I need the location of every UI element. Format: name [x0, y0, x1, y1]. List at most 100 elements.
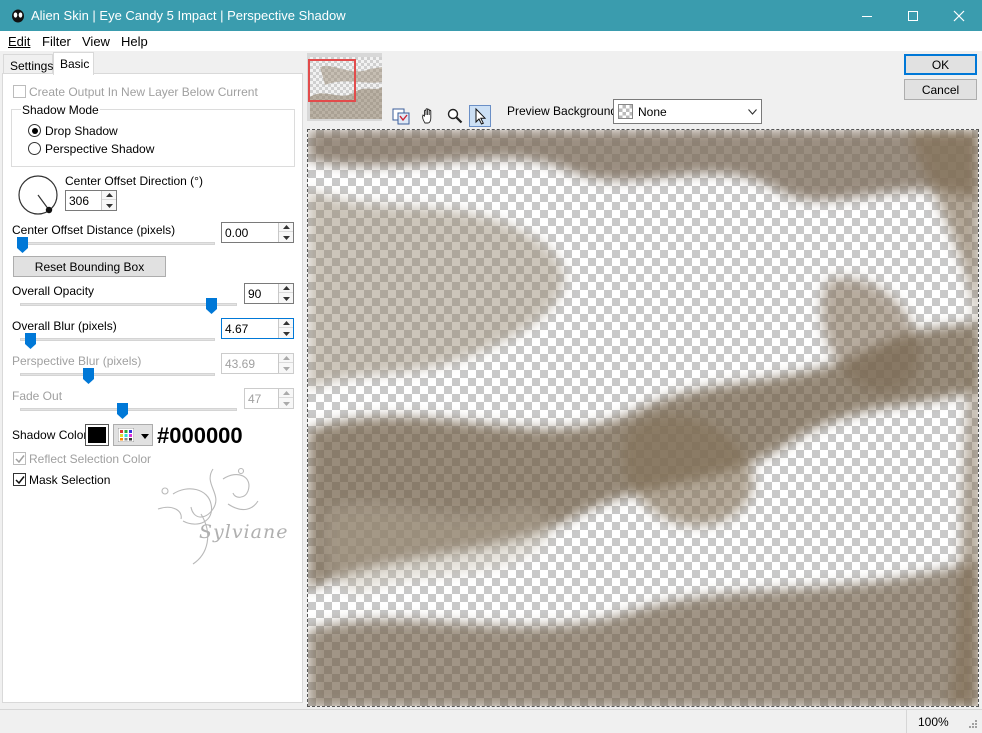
spin-down-icon[interactable] — [279, 233, 293, 242]
fade-out-field[interactable] — [245, 389, 278, 408]
reflect-selection-color-checkbox[interactable] — [13, 452, 26, 465]
tab-basic[interactable]: Basic — [53, 52, 94, 75]
spin-down-icon[interactable] — [102, 201, 116, 210]
reset-bounding-box-button[interactable]: Reset Bounding Box — [13, 256, 166, 277]
spin-down-icon[interactable] — [279, 294, 293, 303]
arrow-pointer-icon — [475, 107, 487, 125]
spin-up-icon[interactable] — [279, 354, 293, 363]
alien-skin-app-icon — [12, 9, 24, 23]
shadow-mode-label: Shadow Mode — [21, 103, 100, 117]
zoom-tool-button[interactable] — [444, 105, 466, 127]
create-output-label: Create Output In New Layer Below Current — [29, 85, 258, 99]
center-offset-direction-label: Center Offset Direction (°) — [65, 174, 203, 188]
spin-down-icon[interactable] — [279, 364, 293, 373]
sylviane-watermark: Sylviane — [153, 459, 298, 574]
direction-spinner[interactable] — [101, 191, 116, 210]
opacity-spinner[interactable] — [278, 284, 293, 303]
perspective-blur-track[interactable] — [20, 373, 215, 376]
perspective-shadow-label: Perspective Shadow — [45, 142, 155, 156]
overall-blur-input[interactable] — [221, 318, 294, 339]
distance-spinner[interactable] — [278, 223, 293, 242]
center-offset-distance-track[interactable] — [20, 242, 215, 245]
maximize-button[interactable] — [890, 0, 936, 31]
status-bar: 100% — [0, 709, 982, 733]
perspective-blur-spinner[interactable] — [278, 354, 293, 373]
window-title: Alien Skin | Eye Candy 5 Impact | Perspe… — [31, 8, 346, 23]
shadow-color-swatch[interactable] — [85, 424, 109, 446]
center-offset-distance-field[interactable] — [222, 223, 278, 242]
close-button[interactable] — [936, 0, 982, 31]
watermark-signature: Sylviane — [199, 521, 289, 543]
preview-canvas[interactable] — [307, 129, 979, 707]
drop-shadow-radio[interactable] — [28, 124, 41, 137]
maximize-icon — [908, 10, 918, 21]
preview-background-value: None — [638, 105, 667, 119]
perspective-blur-input[interactable] — [221, 353, 294, 374]
overall-opacity-thumb[interactable] — [206, 298, 217, 314]
overall-blur-thumb[interactable] — [25, 333, 36, 349]
mask-selection-label: Mask Selection — [29, 473, 111, 487]
overall-blur-label: Overall Blur (pixels) — [12, 319, 117, 333]
overall-opacity-track[interactable] — [20, 303, 237, 306]
preview-toggle-icon — [392, 108, 410, 125]
menu-edit[interactable]: Edit — [8, 34, 30, 49]
hand-icon — [422, 108, 432, 124]
drop-shadow-label: Drop Shadow — [45, 124, 118, 138]
fade-out-track[interactable] — [20, 408, 237, 411]
menu-view[interactable]: View — [82, 34, 110, 49]
center-offset-direction-field[interactable] — [66, 191, 100, 210]
blur-spinner[interactable] — [278, 319, 293, 338]
preview-background-label: Preview Background: — [507, 104, 621, 118]
shadow-color-hex: #000000 — [157, 423, 243, 448]
fade-out-input[interactable] — [244, 388, 294, 409]
transparency-swatch-icon — [618, 104, 633, 119]
checkmark-icon — [15, 476, 25, 485]
minimize-icon — [862, 15, 872, 17]
checkmark-icon — [15, 455, 25, 464]
overall-blur-track[interactable] — [20, 338, 215, 341]
color-palette-icon — [118, 428, 134, 442]
hand-tool-button[interactable] — [418, 105, 440, 127]
fade-out-spinner[interactable] — [278, 389, 293, 408]
ok-button[interactable]: OK — [904, 54, 977, 75]
basic-settings-panel: Create Output In New Layer Below Current… — [2, 73, 303, 703]
menu-help[interactable]: Help — [121, 34, 148, 49]
preview-background-select[interactable]: None — [613, 99, 762, 124]
pointer-tool-button[interactable] — [469, 105, 491, 127]
preview-toggle-button[interactable] — [390, 105, 412, 127]
perspective-shadow-radio[interactable] — [28, 142, 41, 155]
preview-navigator[interactable] — [307, 53, 382, 121]
color-picker-button[interactable] — [113, 424, 153, 446]
overall-blur-field[interactable] — [222, 319, 278, 338]
center-offset-direction-input[interactable] — [65, 190, 117, 211]
spin-up-icon[interactable] — [279, 319, 293, 328]
spin-up-icon[interactable] — [279, 284, 293, 293]
spin-up-icon[interactable] — [102, 191, 116, 200]
resize-grip-icon[interactable] — [966, 719, 978, 731]
perspective-blur-thumb[interactable] — [83, 368, 94, 384]
zoom-level: 100% — [918, 715, 949, 729]
navigator-viewport-frame[interactable] — [308, 59, 356, 102]
spin-up-icon[interactable] — [279, 389, 293, 398]
title-bar: Alien Skin | Eye Candy 5 Impact | Perspe… — [0, 0, 982, 31]
reflect-selection-color-label: Reflect Selection Color — [29, 452, 152, 466]
tab-settings[interactable]: Settings — [3, 54, 53, 75]
spin-up-icon[interactable] — [279, 223, 293, 232]
status-divider — [906, 710, 907, 733]
perspective-blur-field[interactable] — [222, 354, 278, 373]
menu-filter[interactable]: Filter — [42, 34, 71, 49]
create-output-checkbox[interactable] — [13, 85, 26, 98]
overall-opacity-field[interactable] — [245, 284, 278, 303]
overall-opacity-input[interactable] — [244, 283, 294, 304]
center-offset-distance-thumb[interactable] — [17, 237, 28, 253]
minimize-button[interactable] — [844, 0, 890, 31]
fade-out-label: Fade Out — [12, 389, 63, 403]
shadow-mode-group — [11, 109, 295, 167]
cancel-button[interactable]: Cancel — [904, 79, 977, 100]
mask-selection-checkbox[interactable] — [13, 473, 26, 486]
fade-out-thumb[interactable] — [117, 403, 128, 419]
spin-down-icon[interactable] — [279, 329, 293, 338]
spin-down-icon[interactable] — [279, 399, 293, 408]
center-offset-distance-input[interactable] — [221, 222, 294, 243]
direction-dial[interactable] — [17, 174, 59, 216]
